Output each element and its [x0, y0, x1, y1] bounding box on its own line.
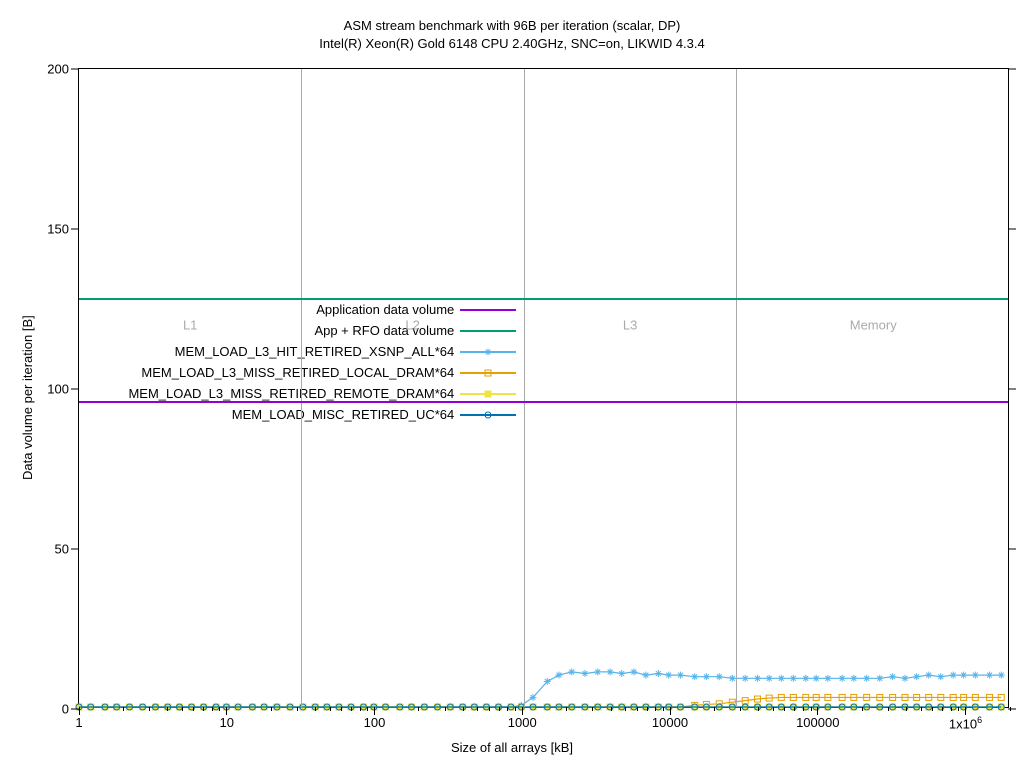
- x-minor-tick: [360, 707, 361, 711]
- legend-entry: MEM_LOAD_L3_MISS_RETIRED_LOCAL_DRAM*64: [128, 362, 516, 383]
- chart-title: ASM stream benchmark with 96B per iterat…: [0, 18, 1024, 33]
- y-axis-label: Data volume per iteration [B]: [20, 315, 35, 480]
- x-minor-tick: [167, 707, 168, 711]
- x-minor-tick: [182, 707, 183, 711]
- legend-label: MEM_LOAD_L3_MISS_RETIRED_REMOTE_DRAM*64: [128, 386, 460, 401]
- x-minor-tick: [592, 707, 593, 711]
- x-minor-tick: [758, 707, 759, 711]
- legend-label: MEM_LOAD_L3_HIT_RETIRED_XSNP_ALL*64: [175, 344, 461, 359]
- y-tick-mark: [71, 549, 79, 550]
- cache-boundary-line: [736, 69, 737, 707]
- legend-entry: MEM_LOAD_L3_HIT_RETIRED_XSNP_ALL*64: [128, 341, 516, 362]
- x-minor-tick: [714, 707, 715, 711]
- x-minor-tick: [811, 707, 812, 711]
- legend-sample: [460, 345, 516, 359]
- x-minor-tick: [271, 707, 272, 711]
- x-minor-tick: [958, 707, 959, 711]
- x-minor-tick: [507, 707, 508, 711]
- x-tick-mark: [817, 707, 818, 715]
- x-minor-tick: [489, 707, 490, 711]
- x-minor-tick: [625, 707, 626, 711]
- y-tick-mark: [1008, 389, 1016, 390]
- chart-subtitle: Intel(R) Xeon(R) Gold 6148 CPU 2.40GHz, …: [0, 36, 1024, 51]
- x-tick-mark: [79, 707, 80, 715]
- constant-line: [79, 401, 1008, 403]
- x-minor-tick: [906, 707, 907, 711]
- y-tick-mark: [71, 229, 79, 230]
- x-minor-tick: [663, 707, 664, 711]
- x-minor-tick: [942, 707, 943, 711]
- legend-entry: MEM_LOAD_MISC_RETIRED_UC*64: [128, 404, 516, 425]
- x-minor-tick: [803, 707, 804, 711]
- x-minor-tick: [932, 707, 933, 711]
- x-minor-tick: [193, 707, 194, 711]
- x-minor-tick: [921, 707, 922, 711]
- x-minor-tick: [888, 707, 889, 711]
- x-minor-tick: [330, 707, 331, 711]
- x-tick-mark: [965, 707, 966, 715]
- x-minor-tick: [341, 707, 342, 711]
- x-minor-tick: [418, 707, 419, 711]
- x-minor-tick: [773, 707, 774, 711]
- region-label: L1: [183, 318, 197, 333]
- x-minor-tick: [515, 707, 516, 711]
- x-minor-tick: [740, 707, 741, 711]
- x-minor-tick: [637, 707, 638, 711]
- x-minor-tick: [212, 707, 213, 711]
- legend-sample: [460, 303, 516, 317]
- region-label: L2: [405, 318, 419, 333]
- constant-line: [79, 298, 1008, 300]
- x-axis-label: Size of all arrays [kB]: [0, 740, 1024, 755]
- x-minor-tick: [203, 707, 204, 711]
- y-tick-mark: [71, 389, 79, 390]
- x-minor-tick: [445, 707, 446, 711]
- x-minor-tick: [477, 707, 478, 711]
- plot-area: Application data volume App + RFO data vo…: [78, 68, 1009, 708]
- legend-sample: [460, 324, 516, 338]
- x-minor-tick: [315, 707, 316, 711]
- legend-sample: [460, 366, 516, 380]
- x-minor-tick: [951, 707, 952, 711]
- x-minor-tick: [566, 707, 567, 711]
- y-tick-mark: [1008, 69, 1016, 70]
- x-tick-mark: [670, 707, 671, 715]
- x-minor-tick: [219, 707, 220, 711]
- x-minor-tick: [351, 707, 352, 711]
- legend-label: Application data volume: [316, 302, 460, 317]
- x-minor-tick: [297, 707, 298, 711]
- x-minor-tick: [784, 707, 785, 711]
- legend-label: App + RFO data volume: [314, 323, 460, 338]
- cache-boundary-line: [524, 69, 525, 707]
- y-tick-mark: [71, 69, 79, 70]
- legend-label: MEM_LOAD_MISC_RETIRED_UC*64: [232, 407, 461, 422]
- x-minor-tick: [862, 707, 863, 711]
- y-tick-mark: [1008, 549, 1016, 550]
- legend-sample: [460, 387, 516, 401]
- cache-boundary-line: [301, 69, 302, 707]
- region-label: Memory: [850, 318, 897, 333]
- x-minor-tick: [463, 707, 464, 711]
- x-minor-tick: [611, 707, 612, 711]
- x-minor-tick: [647, 707, 648, 711]
- x-minor-tick: [655, 707, 656, 711]
- x-minor-tick: [1010, 707, 1011, 711]
- x-tick-mark: [226, 707, 227, 715]
- x-tick-mark: [374, 707, 375, 715]
- x-minor-tick: [149, 707, 150, 711]
- x-minor-tick: [794, 707, 795, 711]
- y-tick-mark: [1008, 229, 1016, 230]
- x-minor-tick: [367, 707, 368, 711]
- x-tick-mark: [522, 707, 523, 715]
- region-label: L3: [623, 318, 637, 333]
- legend-sample: [460, 408, 516, 422]
- x-minor-tick: [123, 707, 124, 711]
- x-minor-tick: [499, 707, 500, 711]
- chart-container: ASM stream benchmark with 96B per iterat…: [0, 0, 1024, 768]
